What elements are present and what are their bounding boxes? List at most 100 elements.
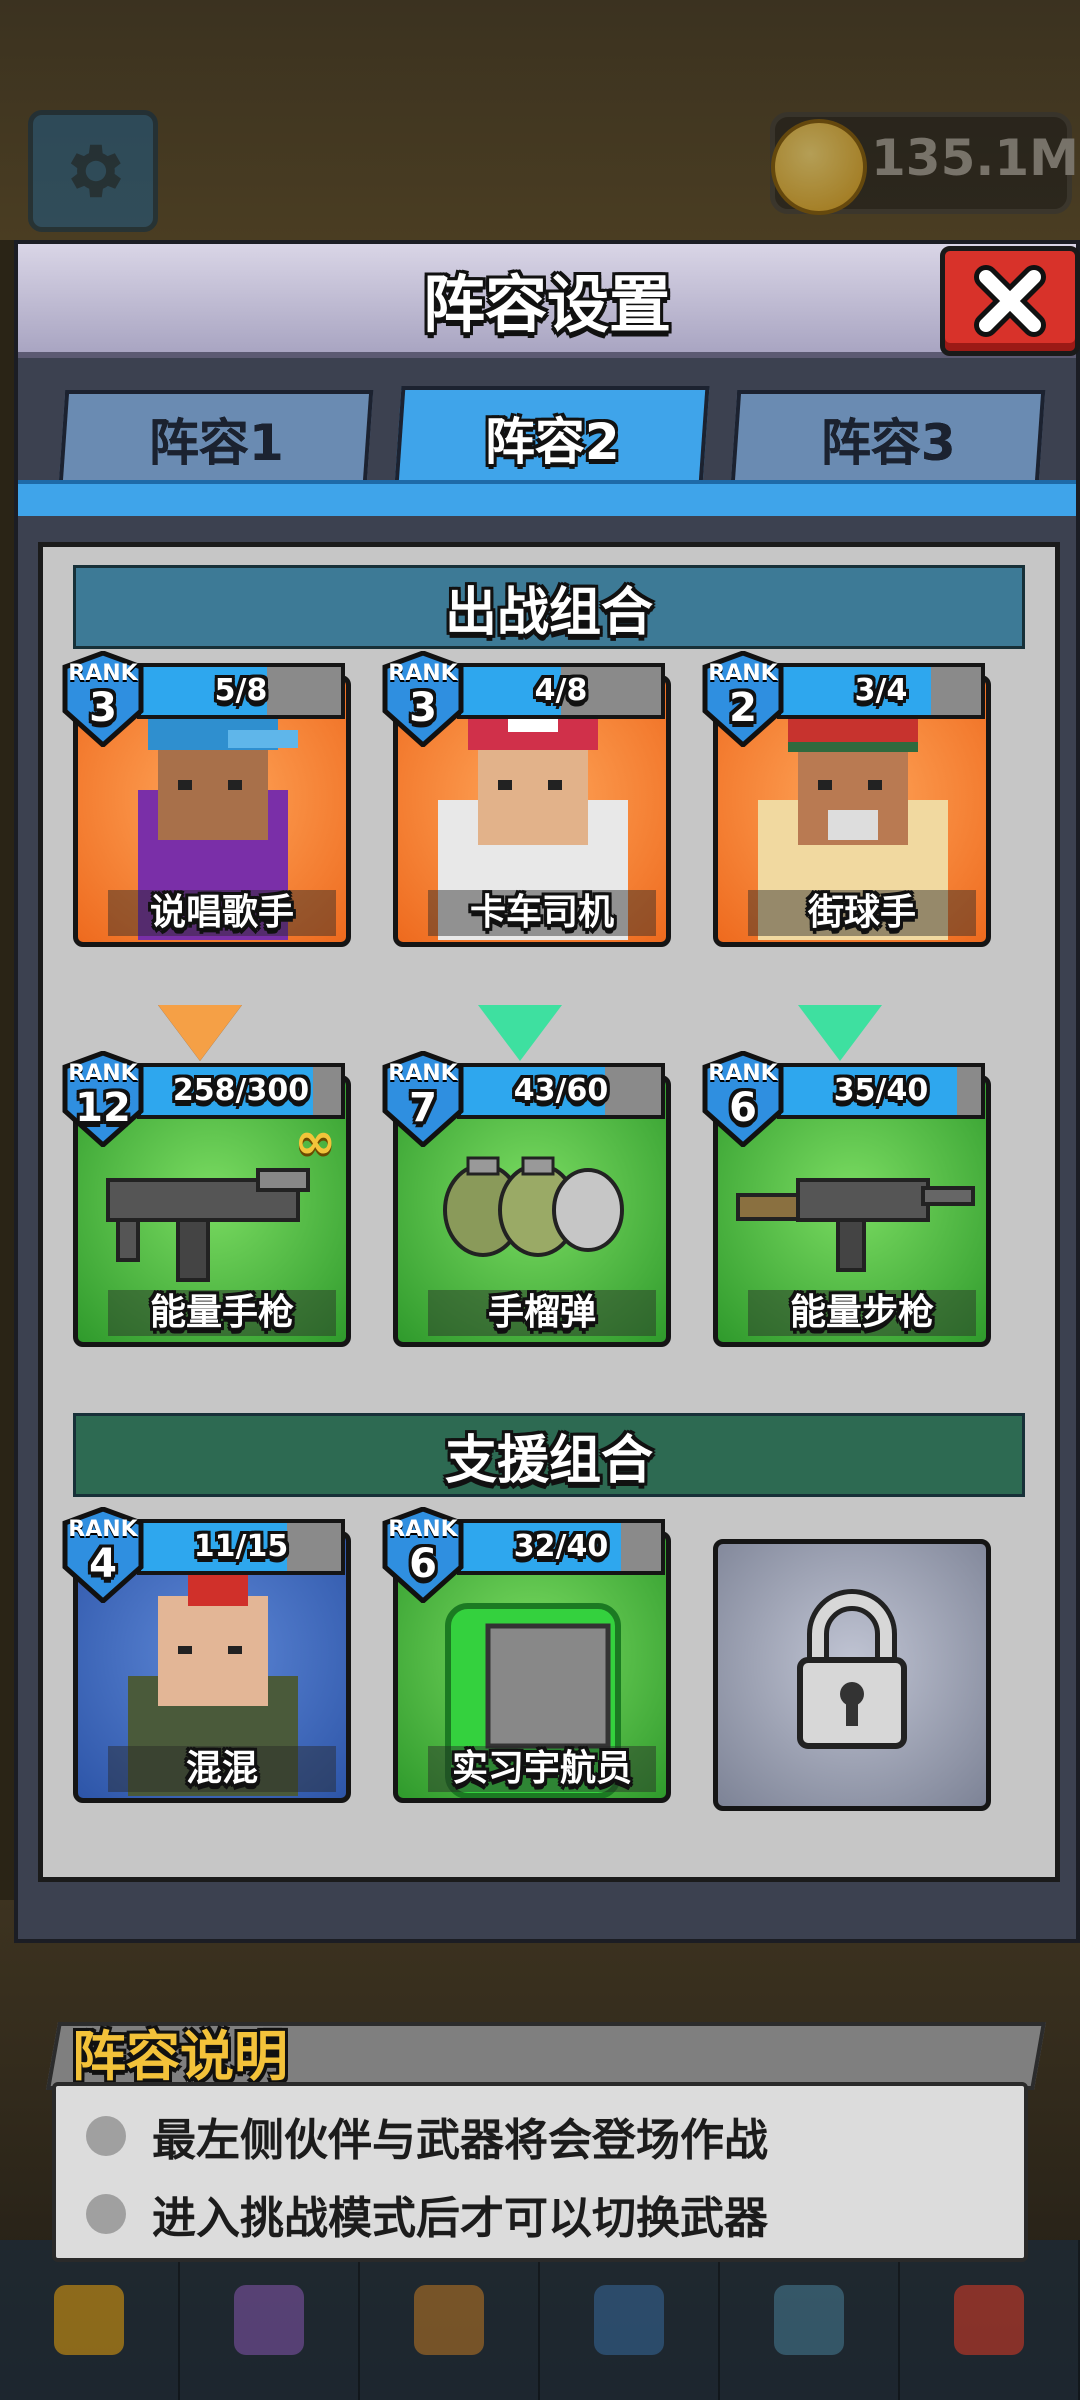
support-section-title: 支援组合 [73, 1413, 1025, 1497]
rank-value: 4 [89, 1541, 117, 1587]
card-name: 手榴弹 [428, 1290, 656, 1336]
explanation-text: 最左侧伙伴与武器将会登场作战 [152, 2115, 768, 2166]
progress-bar: 43/60 [457, 1063, 665, 1119]
progress-bar: 258/300 [137, 1063, 345, 1119]
card-name: 混混 [108, 1746, 336, 1792]
bullet-icon [86, 2194, 126, 2234]
lineup-explanation: 阵容说明 最左侧伙伴与武器将会登场作战 进入挑战模式后才可以切换武器 [46, 2012, 1046, 2262]
nav-trophy[interactable] [0, 2240, 180, 2400]
coin-icon [771, 119, 867, 215]
rank-label: RANK [388, 1517, 458, 1542]
infinity-icon: ∞ [294, 1112, 336, 1170]
progress-text: 258/300 [172, 1073, 310, 1108]
progress-bar: 35/40 [777, 1063, 985, 1119]
slot-arrow [798, 1005, 882, 1061]
weapon-card[interactable]: 能量步枪 35/40 RANK 6 [702, 1051, 991, 1347]
progress-bar: 32/40 [457, 1519, 665, 1575]
tab-underline [18, 480, 1076, 516]
progress-bar: 5/8 [137, 663, 345, 719]
dialog-header: 阵容设置 [18, 244, 1080, 358]
tab-label: 阵容1 [148, 414, 284, 472]
bullet-icon [86, 2116, 126, 2156]
explanation-box: 最左侧伙伴与武器将会登场作战 进入挑战模式后才可以切换武器 [52, 2082, 1028, 2262]
weapon-card[interactable]: ∞ 能量手枪 258/300 RANK 12 [62, 1051, 351, 1347]
nav-shop[interactable] [900, 2240, 1080, 2400]
nav-battle[interactable] [720, 2240, 900, 2400]
progress-text: 5/8 [214, 673, 268, 708]
slot-arrow [478, 1005, 562, 1061]
lineup-tabs: 阵容1 阵容2 阵容3 [18, 386, 1076, 486]
rank-value: 3 [409, 685, 437, 731]
rank-badge: RANK 3 [381, 651, 465, 747]
nav-book[interactable] [540, 2240, 720, 2400]
battle-section-title: 出战组合 [73, 565, 1025, 649]
rank-badge: RANK 6 [381, 1507, 465, 1603]
settings-button[interactable] [28, 110, 158, 232]
gun-icon [414, 2285, 484, 2355]
rank-badge: RANK 2 [701, 651, 785, 747]
card-name: 能量步枪 [748, 1290, 976, 1336]
rank-label: RANK [708, 1061, 778, 1086]
progress-bar: 4/8 [457, 663, 665, 719]
nav-weapons[interactable] [360, 2240, 540, 2400]
rank-label: RANK [388, 661, 458, 686]
progress-bar: 3/4 [777, 663, 985, 719]
dialog-title: 阵容设置 [422, 268, 671, 341]
rank-value: 3 [89, 685, 117, 731]
partner-card[interactable]: 卡车司机 4/8 RANK 3 [382, 651, 671, 947]
tab-lineup-1[interactable]: 阵容1 [58, 390, 374, 484]
explanation-text: 进入挑战模式后才可以切换武器 [152, 2193, 768, 2244]
rank-label: RANK [68, 661, 138, 686]
rank-badge: RANK 6 [701, 1051, 785, 1147]
lineup-panel: 出战组合 说唱歌手 5/8 RANK 3 卡车司机 4/8 RANK 3 街球手 3/4 RAN… [38, 542, 1060, 1882]
rank-label: RANK [388, 1061, 458, 1086]
progress-text: 4/8 [534, 673, 588, 708]
weapon-card[interactable]: 手榴弹 43/60 RANK 7 [382, 1051, 671, 1347]
close-button[interactable] [940, 246, 1080, 356]
coin-amount: 135.1M [871, 129, 1079, 187]
tab-lineup-2[interactable]: 阵容2 [394, 386, 710, 486]
shop-icon [954, 2285, 1024, 2355]
active-slot-arrow [158, 1005, 242, 1061]
card-name: 说唱歌手 [108, 890, 336, 936]
bottom-nav [0, 2240, 1080, 2400]
progress-text: 35/40 [833, 1073, 929, 1108]
rank-label: RANK [68, 1061, 138, 1086]
book-icon [594, 2285, 664, 2355]
rank-badge: RANK 7 [381, 1051, 465, 1147]
lineup-dialog: 阵容设置 阵容1 阵容2 阵容3 出战组合 说唱歌手 5/8 RANK 3 卡车司机 4… [14, 240, 1080, 1943]
locked-slot[interactable] [707, 1513, 991, 1811]
explanation-title: 阵容说明 [72, 2025, 288, 2088]
tab-lineup-3[interactable]: 阵容3 [730, 390, 1046, 484]
tab-label: 阵容2 [484, 413, 620, 471]
rank-badge: RANK 12 [61, 1051, 145, 1147]
partner-card[interactable]: 说唱歌手 5/8 RANK 3 [62, 651, 351, 947]
card-name: 街球手 [748, 890, 976, 936]
progress-bar: 11/15 [137, 1519, 345, 1575]
progress-text: 43/60 [513, 1073, 609, 1108]
tab-label: 阵容3 [820, 414, 956, 472]
explanation-item: 最左侧伙伴与武器将会登场作战 [86, 2106, 768, 2166]
rank-label: RANK [68, 1517, 138, 1542]
rank-badge: RANK 4 [61, 1507, 145, 1603]
rank-value: 6 [729, 1085, 757, 1131]
lock-icon [797, 1589, 907, 1749]
gear-icon [70, 144, 122, 198]
card-name: 卡车司机 [428, 890, 656, 936]
progress-text: 32/40 [513, 1529, 609, 1564]
card-name: 实习宇航员 [428, 1746, 656, 1792]
support-card[interactable]: 实习宇航员 32/40 RANK 6 [382, 1507, 671, 1803]
trophy-icon [54, 2285, 124, 2355]
close-icon [974, 265, 1046, 337]
support-card[interactable]: 混混 11/15 RANK 4 [62, 1507, 351, 1803]
partners-icon [234, 2285, 304, 2355]
rank-value: 12 [75, 1085, 131, 1131]
locked-slot-frame [713, 1539, 991, 1811]
rank-badge: RANK 3 [61, 651, 145, 747]
partner-card[interactable]: 街球手 3/4 RANK 2 [702, 651, 991, 947]
rank-label: RANK [708, 661, 778, 686]
progress-text: 11/15 [193, 1529, 289, 1564]
nav-partners[interactable] [180, 2240, 360, 2400]
explanation-item: 进入挑战模式后才可以切换武器 [86, 2184, 768, 2244]
rank-value: 7 [409, 1085, 437, 1131]
